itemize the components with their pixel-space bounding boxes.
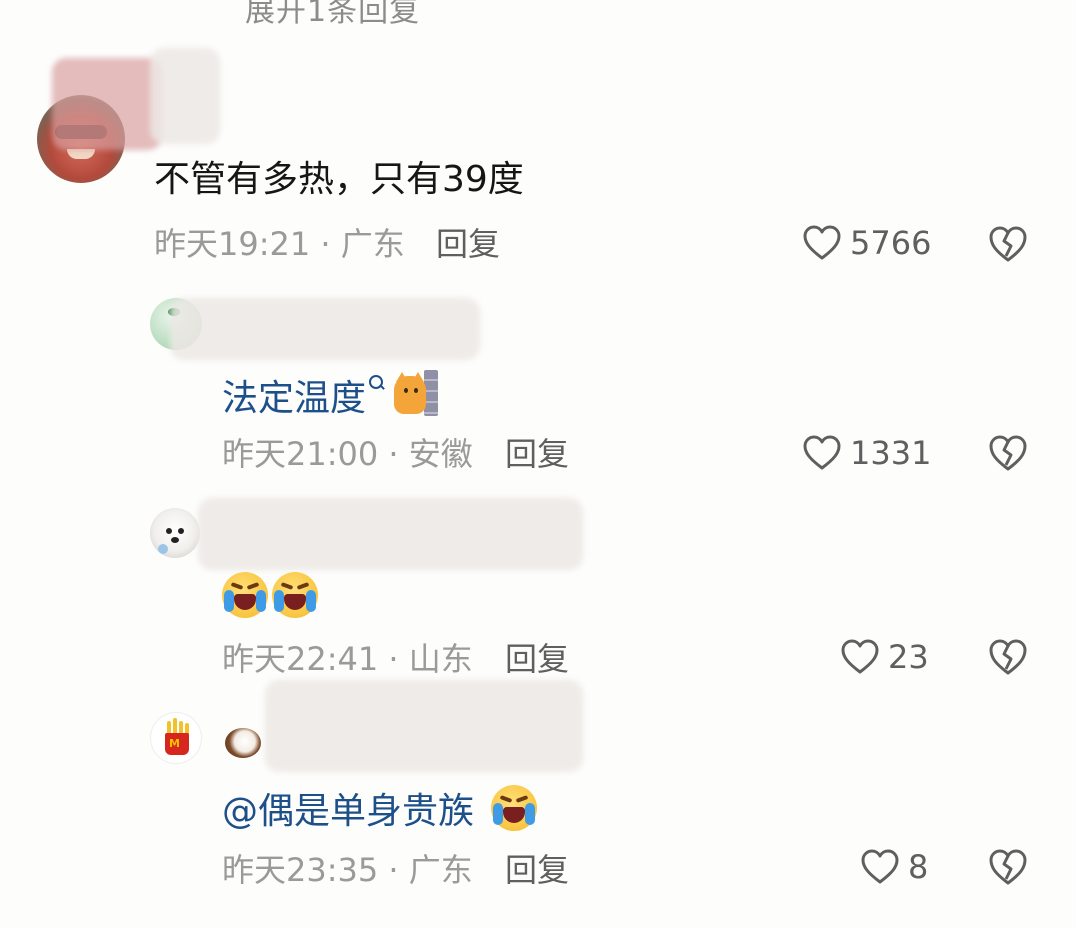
avatar[interactable]: [150, 508, 200, 558]
comment-time: 昨天21:00: [222, 435, 379, 473]
like-count: 1331: [850, 434, 932, 472]
comment-text[interactable]: 法定温度: [222, 370, 439, 419]
like-count: 8: [908, 848, 929, 886]
comment-location: 广东: [408, 851, 473, 889]
expand-replies-partial[interactable]: 展开1条回复: [245, 0, 420, 30]
mention-link[interactable]: @偶是单身贵族: [222, 791, 474, 832]
comment-meta: 昨天23:35 · 广东: [222, 852, 473, 888]
coconut-emoji: [225, 728, 261, 758]
cat-hiding-emoji: [392, 370, 439, 416]
fries-logo: M: [169, 737, 180, 750]
redacted-username: [265, 680, 583, 772]
comment-location: 安徽: [408, 435, 473, 473]
redacted-username: [170, 298, 480, 360]
comment-location: 广东: [340, 225, 405, 263]
broken-heart-icon[interactable]: [988, 433, 1028, 473]
comment-time: 昨天22:41: [222, 640, 379, 678]
comment-meta: 昨天21:00 · 安徽: [222, 436, 473, 472]
heart-outline-icon: [841, 639, 879, 674]
like-button[interactable]: 8: [860, 848, 928, 886]
broken-heart-icon[interactable]: [988, 224, 1028, 264]
comment-meta: 昨天19:21 · 广东: [154, 226, 405, 262]
crying-laughing-emoji: [222, 572, 268, 618]
reply-button[interactable]: 回复: [505, 852, 569, 888]
like-button[interactable]: 1331: [802, 434, 931, 472]
reply-button[interactable]: 回复: [505, 641, 569, 677]
search-term-link[interactable]: 法定温度: [222, 378, 366, 419]
meta-separator: ·: [320, 225, 331, 263]
reply-button[interactable]: 回复: [436, 226, 500, 262]
like-count: 23: [888, 638, 929, 676]
heart-outline-icon: [861, 849, 899, 884]
meta-separator: ·: [388, 851, 399, 889]
meta-separator: ·: [388, 435, 399, 473]
search-icon[interactable]: [368, 374, 386, 394]
meta-separator: ·: [388, 640, 399, 678]
comment-meta: 昨天22:41 · 山东: [222, 641, 473, 677]
reply-button[interactable]: 回复: [505, 436, 569, 472]
redacted-username: [150, 48, 220, 144]
like-count: 5766: [850, 224, 932, 262]
crying-laughing-emoji: [491, 785, 538, 831]
heart-outline-icon: [803, 435, 841, 470]
crying-laughing-emoji: [272, 572, 318, 618]
dog-bib: [158, 544, 168, 554]
comment-time: 昨天23:35: [222, 851, 379, 889]
comment-time: 昨天19:21: [154, 225, 311, 263]
dog-eye: [178, 528, 184, 534]
comment-emojis: [222, 572, 322, 618]
heart-outline-icon: [803, 225, 841, 260]
avatar-mouth: [67, 149, 95, 159]
broken-heart-icon[interactable]: [988, 637, 1028, 677]
like-button[interactable]: 5766: [802, 224, 931, 262]
avatar[interactable]: M: [150, 712, 202, 764]
dog-nose: [171, 537, 179, 543]
broken-heart-icon[interactable]: [988, 847, 1028, 887]
comment-location: 山东: [408, 640, 473, 678]
comment-text: 不管有多热，只有39度: [154, 159, 524, 200]
like-button[interactable]: 23: [840, 638, 929, 676]
redacted-username: [52, 58, 162, 150]
dog-eye: [166, 528, 172, 534]
redacted-username: [198, 498, 583, 570]
comment-text[interactable]: @偶是单身贵族: [222, 785, 541, 832]
